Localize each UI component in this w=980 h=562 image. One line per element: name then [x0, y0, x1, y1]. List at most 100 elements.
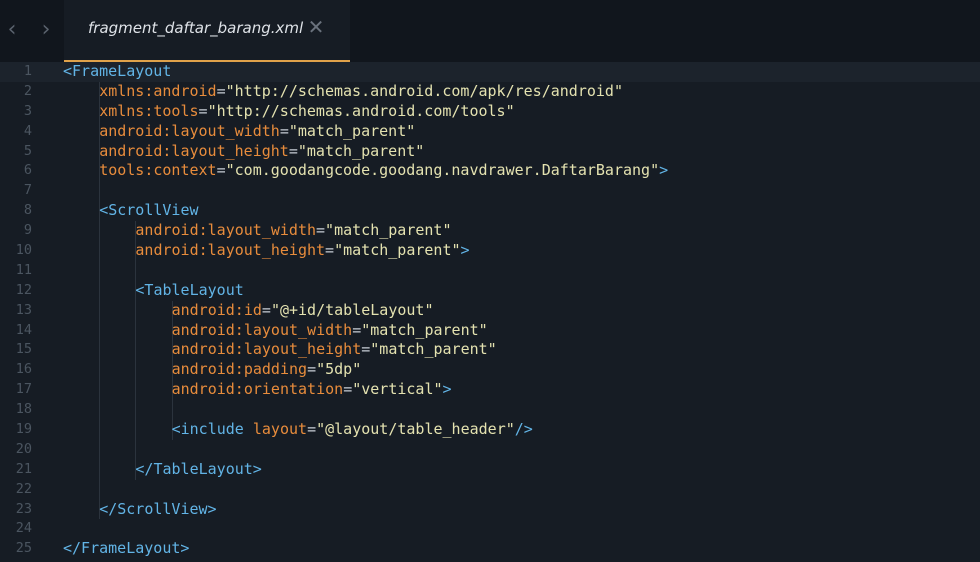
code-line[interactable]: 23 </ScrollView> [0, 499, 980, 520]
line-number: 3 [23, 102, 32, 119]
indent-guide [135, 380, 137, 401]
code-text: tools:context="com.goodangcode.goodang.n… [99, 161, 668, 181]
line-number: 10 [15, 242, 32, 259]
code-line[interactable]: 25 </FrameLayout> [0, 539, 980, 559]
code-token-eq: = [288, 141, 298, 160]
code-token-tag: <FrameLayout [63, 62, 172, 80]
line-number: 19 [15, 421, 32, 438]
code-text: xmlns:android="http://schemas.android.co… [99, 82, 623, 102]
line-number: 8 [23, 202, 32, 219]
indent-guide [99, 300, 101, 321]
indent-guide [99, 260, 101, 281]
code-token-val: "match_parent" [297, 141, 425, 160]
code-line[interactable]: 6 tools:context="com.goodangcode.goodang.… [0, 161, 980, 182]
code-text: xmlns:tools="http://schemas.android.com/… [99, 102, 514, 122]
code-token-tag: </TableLayout> [135, 459, 262, 478]
line-number: 17 [15, 381, 32, 398]
code-token-eq: = [343, 380, 353, 399]
code-line[interactable]: 4 android:layout_width="match_parent" [0, 121, 980, 142]
code-token-eq: = [307, 420, 317, 439]
code-token-tag: > [460, 241, 470, 260]
code-token-val: "@layout/table_header" [316, 420, 515, 439]
code-token-val: "com.goodangcode.goodang.navdrawer.Dafta… [225, 161, 660, 180]
code-line[interactable]: 7 [0, 181, 980, 202]
code-text: android:layout_height="match_parent"> [135, 241, 469, 261]
line-number: 18 [15, 401, 32, 418]
code-token-val: "5dp" [316, 360, 362, 379]
code-text: android:layout_width="match_parent" [172, 321, 488, 341]
code-text: android:orientation="vertical"> [172, 380, 452, 400]
code-token-val: "http://schemas.android.com/tools" [207, 101, 515, 120]
close-icon[interactable]: ✕ [306, 15, 326, 39]
code-token-attr: android:layout_width [99, 121, 280, 140]
code-token-attr: android:id [171, 300, 262, 319]
code-text: android:layout_height="match_parent" [172, 340, 497, 360]
indent-guide [99, 340, 101, 361]
indent-guide [135, 400, 137, 421]
indent-guide [99, 420, 101, 440]
code-line[interactable]: 8 <ScrollView [0, 201, 980, 222]
code-line[interactable]: 5 android:layout_height="match_parent" [0, 141, 980, 162]
indent-guide [99, 241, 101, 261]
code-token-val: "match_parent" [361, 320, 488, 339]
code-token-tag: <include [171, 420, 244, 439]
indent-guide [99, 400, 101, 421]
code-token-val: "match_parent" [288, 121, 416, 140]
code-area[interactable]: 1 <FrameLayout 2 xmlns:android="http://sche… [0, 62, 980, 562]
code-line[interactable]: 14 android:layout_width="match_parent" [0, 320, 980, 341]
line-number: 14 [15, 321, 32, 338]
code-text: android:layout_width="match_parent" [135, 221, 451, 241]
code-token-tag: > [659, 161, 669, 180]
code-token-tag: </FrameLayout> [63, 539, 190, 558]
code-line[interactable]: 17 android:orientation="vertical"> [0, 380, 980, 401]
line-number: 25 [15, 540, 32, 557]
code-line[interactable]: 11 [0, 260, 980, 281]
code-text: android:id="@+id/tableLayout" [172, 301, 434, 321]
code-token-val: "@+id/tableLayout" [270, 300, 434, 319]
code-line[interactable]: 13 android:id="@+id/tableLayout" [0, 300, 980, 321]
code-token-eq: = [316, 221, 326, 240]
code-token-eq: = [279, 121, 289, 140]
indent-guide [135, 360, 137, 381]
line-number: 5 [23, 142, 32, 159]
code-line[interactable]: 22 [0, 479, 980, 500]
code-line[interactable]: 20 [0, 439, 980, 460]
code-token-eq: = [216, 81, 226, 100]
code-token-attr: android:layout_height [171, 340, 362, 359]
code-token-tag: /> [514, 420, 533, 439]
indent-guide [99, 280, 101, 301]
code-line[interactable]: 3 xmlns:tools="http://schemas.android.com… [0, 101, 980, 122]
code-text: <ScrollView [99, 201, 198, 221]
code-line[interactable]: 15 android:layout_height="match_parent" [0, 340, 980, 361]
chevron-left-icon[interactable]: ‹ [1, 18, 23, 42]
line-number: 22 [15, 480, 32, 497]
indent-guide [99, 221, 101, 242]
code-line[interactable]: 1 <FrameLayout [0, 62, 980, 82]
line-number: 16 [15, 361, 32, 378]
code-line[interactable]: 24 [0, 519, 980, 539]
code-text: </FrameLayout> [63, 539, 189, 559]
line-number: 2 [23, 82, 32, 99]
code-line[interactable]: 19 <include layout="@layout/table_header"… [0, 420, 980, 440]
code-line[interactable]: 18 [0, 400, 980, 421]
indent-guide [99, 479, 101, 500]
indent-guide [99, 439, 101, 460]
chevron-right-icon[interactable]: › [35, 18, 57, 42]
code-text: <include layout="@layout/table_header"/> [172, 420, 533, 440]
code-text: </TableLayout> [135, 460, 261, 480]
code-token-tag: </ScrollView> [99, 499, 217, 518]
code-text: android:layout_height="match_parent" [99, 142, 424, 162]
code-token-tag: <ScrollView [99, 201, 199, 220]
code-token-attr: android:layout_height [99, 141, 289, 160]
code-token-attr: xmlns:android [99, 81, 217, 100]
indent-guide [135, 300, 137, 321]
code-line[interactable]: 10 android:layout_height="match_parent"> [0, 241, 980, 261]
code-line[interactable]: 2 xmlns:android="http://schemas.android.c… [0, 81, 980, 102]
code-token-eq [244, 420, 253, 438]
code-line[interactable]: 16 android:padding="5dp" [0, 360, 980, 381]
code-line[interactable]: 12 <TableLayout [0, 280, 980, 301]
tab-fragment-daftar-barang[interactable]: fragment_daftar_barang.xml ✕ [64, 0, 350, 62]
code-line[interactable]: 21 </TableLayout> [0, 459, 980, 480]
code-line[interactable]: 9 android:layout_width="match_parent" [0, 221, 980, 242]
code-token-eq: = [352, 320, 362, 339]
